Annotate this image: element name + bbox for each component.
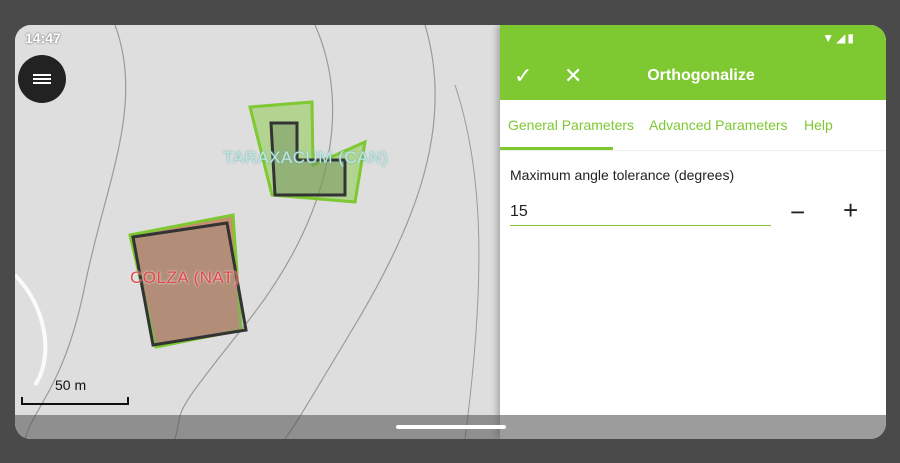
increment-button[interactable]: + <box>843 195 858 226</box>
home-gesture-handle[interactable] <box>396 425 506 429</box>
status-time: 14:47 <box>25 30 61 46</box>
tab-advanced-parameters[interactable]: Advanced Parameters <box>649 117 788 133</box>
tab-help[interactable]: Help <box>804 117 833 133</box>
panel-title: Orthogonalize <box>647 67 755 84</box>
scale-line <box>21 397 129 405</box>
map-label-taraxacum: TARAXACUM (CAN) <box>223 148 388 167</box>
scale-bar: 50 m <box>21 377 129 405</box>
signal-icon: ◢ <box>836 31 848 45</box>
decrement-button[interactable]: − <box>790 197 805 228</box>
hamburger-icon <box>33 72 51 86</box>
menu-button[interactable] <box>18 55 66 103</box>
tab-bar: General Parameters Advanced Parameters H… <box>500 100 886 151</box>
orthogonalize-panel: ▼◢▮ ✓ ✕ Orthogonalize General Parameters… <box>500 25 886 439</box>
tab-general-parameters[interactable]: General Parameters <box>508 117 634 133</box>
status-icons: ▼◢▮ <box>822 31 856 45</box>
panel-header: ▼◢▮ ✓ ✕ Orthogonalize <box>500 25 886 100</box>
angle-tolerance-label: Maximum angle tolerance (degrees) <box>510 167 735 183</box>
system-nav-bar <box>15 415 886 439</box>
map-label-colza: COLZA (NAT) <box>130 268 241 287</box>
angle-tolerance-input[interactable]: 15 <box>510 203 771 226</box>
wifi-icon: ▼ <box>822 31 837 45</box>
device-screen: 14:47 TARAXACUM (CAN) COLZA (NAT) 50 m ▼… <box>15 25 886 439</box>
battery-icon: ▮ <box>847 31 856 45</box>
map-canvas[interactable]: 14:47 TARAXACUM (CAN) COLZA (NAT) 50 m <box>15 25 500 439</box>
scale-label: 50 m <box>55 377 87 393</box>
active-tab-indicator <box>500 147 613 150</box>
